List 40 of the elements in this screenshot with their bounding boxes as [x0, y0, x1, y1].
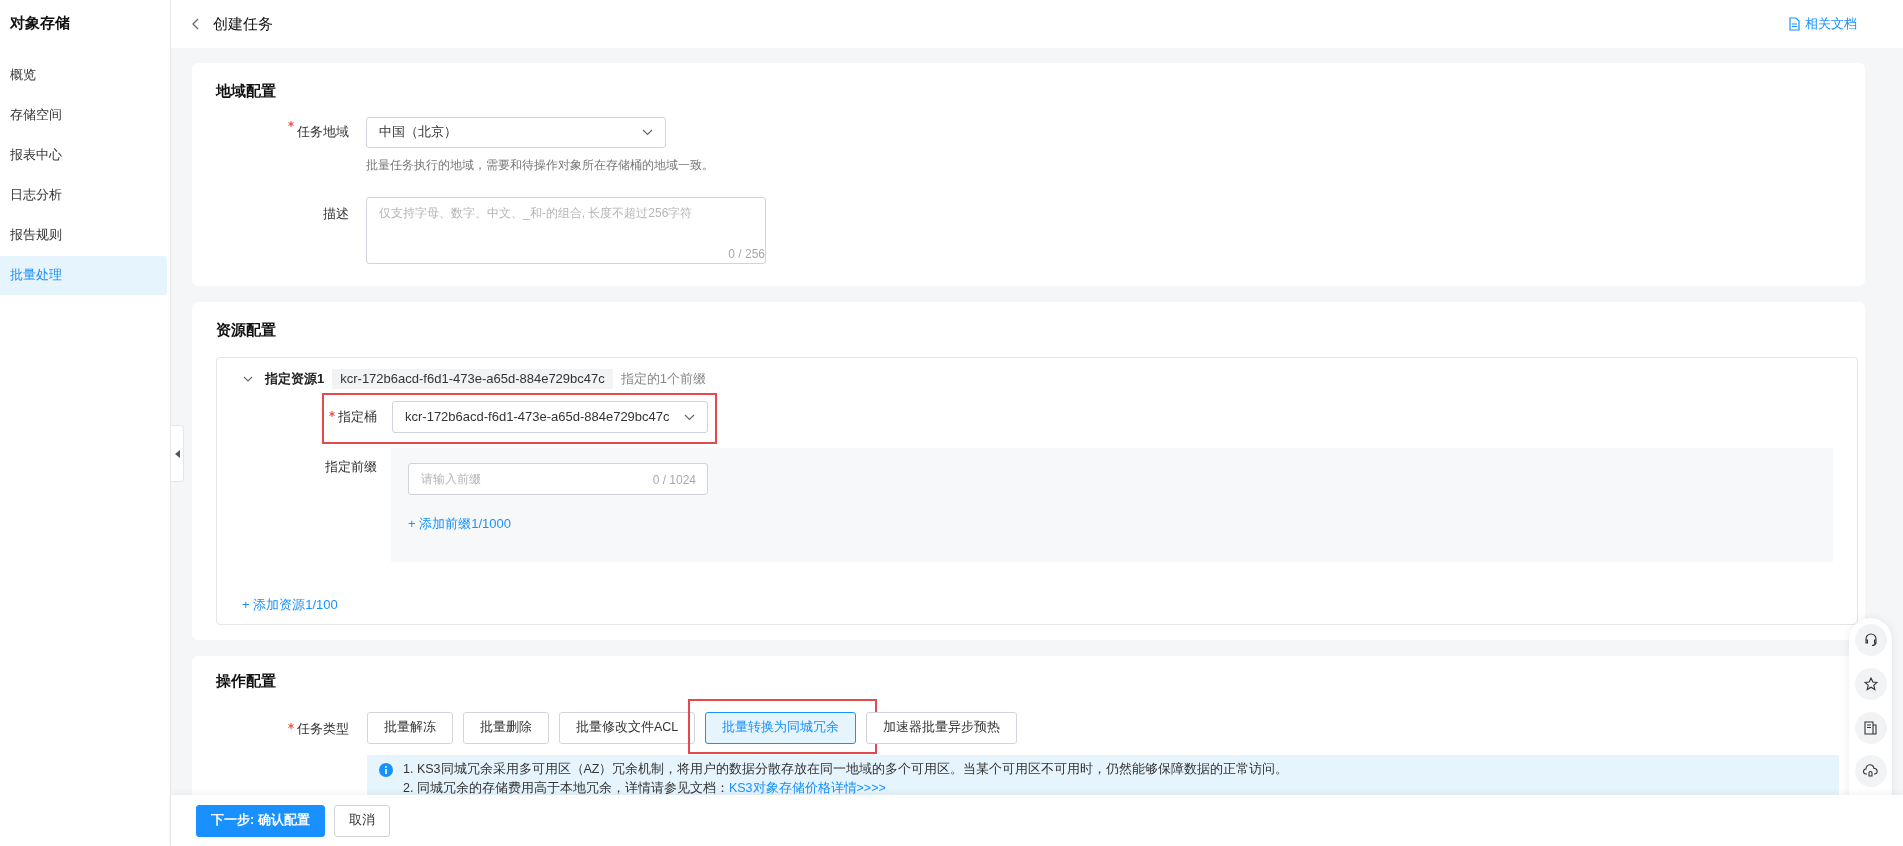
resource-title: 指定资源1	[265, 369, 325, 388]
sidebar-item[interactable]: 报告规则	[0, 215, 167, 255]
field-label: 指定桶	[338, 407, 377, 426]
sidebar-title: 对象存储	[10, 13, 70, 33]
field-label: 任务地域	[297, 123, 349, 142]
prefix-summary: 指定的1个前缀	[620, 369, 706, 388]
character-counter: 0 / 256	[728, 245, 765, 263]
cancel-button[interactable]: 取消	[333, 804, 390, 837]
back-icon[interactable]	[191, 18, 201, 30]
region-select[interactable]: 中国（北京）	[366, 116, 666, 148]
info-icon	[379, 762, 393, 777]
bucket-select[interactable]: kcr-172b6acd-f6d1-473e-a65d-884e729bc47c	[392, 401, 708, 433]
sidebar-item[interactable]: 概览	[0, 55, 167, 95]
section-title: 操作配置	[216, 671, 276, 691]
field-label: 描述	[323, 204, 349, 223]
info-text: 1. KS3同城冗余采用多可用区（AZ）冗余机制，将用户的数据分散存放在同一地域的多个可用区。当某个可用区不可用时，仍然能够保障数据的正常访问。	[403, 760, 1289, 778]
bucket-tag: kcr-172b6acd-f6d1-473e-a65d-884e729bc47c	[332, 368, 613, 389]
notebook-icon[interactable]	[1854, 711, 1887, 744]
headset-icon[interactable]	[1854, 624, 1887, 656]
cloud-bell-icon[interactable]	[1854, 755, 1887, 788]
sidebar-item[interactable]: 存储空间	[0, 95, 167, 135]
task-type-option[interactable]: 批量修改文件ACL	[559, 711, 696, 744]
task-type-option[interactable]: 批量解冻	[367, 711, 453, 744]
task-type-option[interactable]: 批量删除	[463, 711, 549, 744]
section-title: 地域配置	[216, 81, 276, 101]
character-counter: 0 / 1024	[652, 471, 696, 489]
page-title: 创建任务	[213, 13, 273, 34]
chevron-down-icon	[683, 413, 695, 421]
chevron-down-icon	[642, 128, 653, 136]
task-type-option[interactable]: 加速器批量异步预热	[866, 711, 1018, 744]
sidebar-item[interactable]: 日志分析	[0, 175, 167, 215]
triangle-left-icon	[174, 449, 180, 458]
info-text: 2. 同城冗余的存储费用高于本地冗余，详情请参见文档：	[403, 779, 729, 795]
section-title: 资源配置	[216, 320, 276, 340]
field-label: 指定前缀	[324, 457, 377, 476]
field-hint: 批量任务执行的地域，需要和待操作对象所在存储桶的地域一致。	[366, 156, 714, 174]
field-label: 任务类型	[297, 719, 349, 738]
document-icon	[1789, 17, 1800, 31]
sidebar-item[interactable]: 报表中心	[0, 135, 167, 175]
collapse-handle[interactable]	[171, 425, 184, 482]
